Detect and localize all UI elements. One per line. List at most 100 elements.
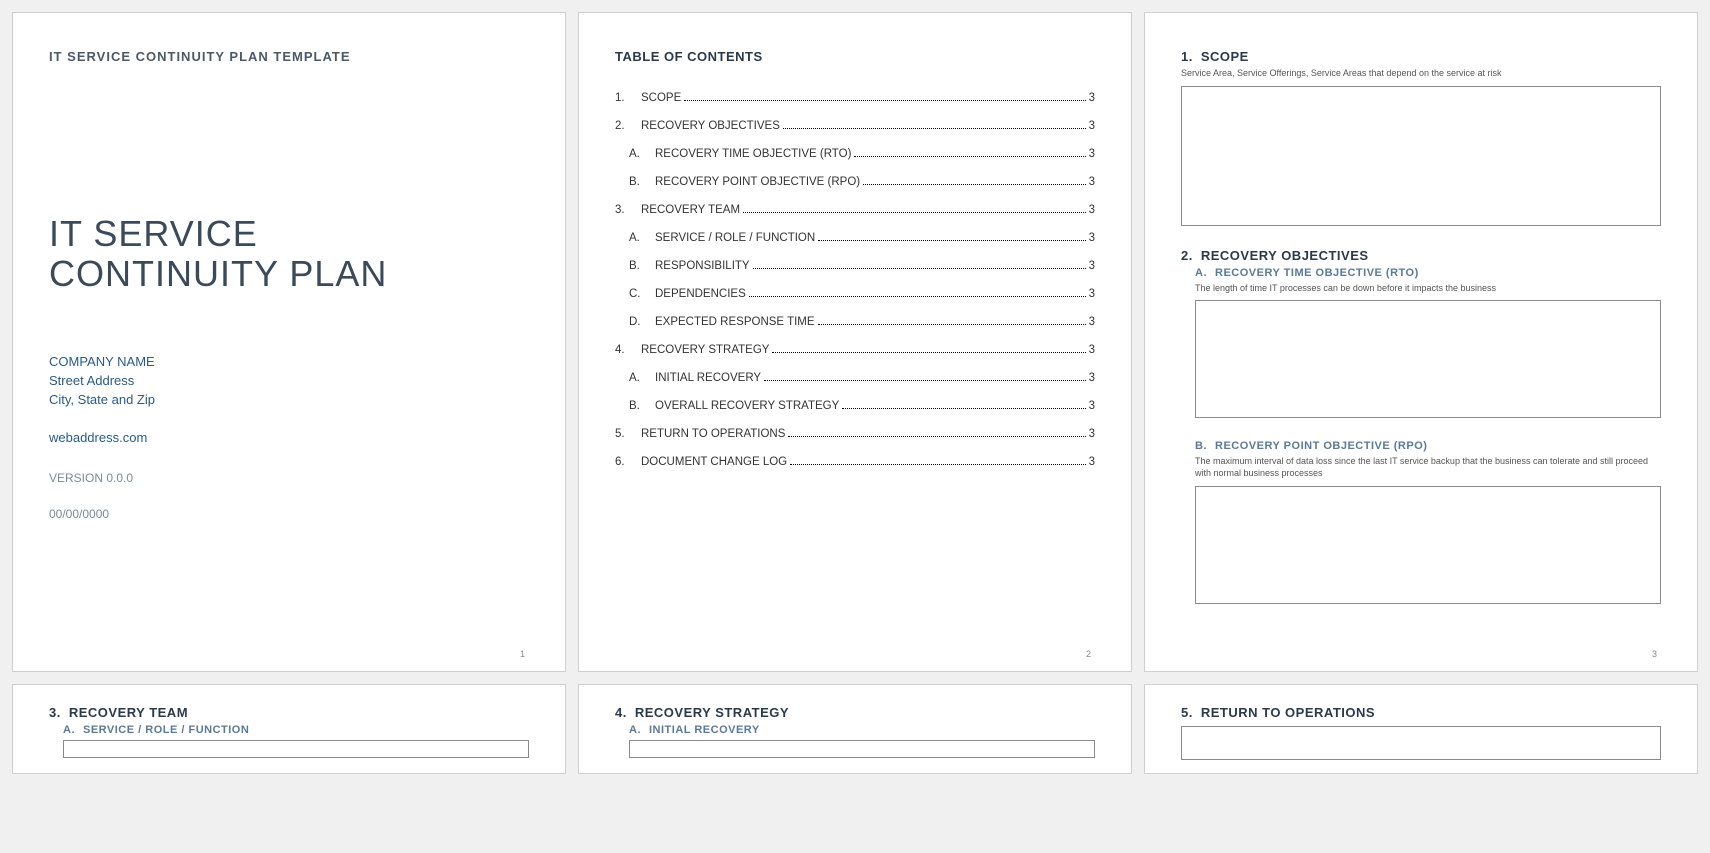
toc-item: 6. DOCUMENT CHANGE LOG 3: [615, 456, 1095, 468]
toc-leader-dots: [863, 184, 1085, 185]
toc-leader-dots: [818, 324, 1086, 325]
toc-item-label: DOCUMENT CHANGE LOG: [641, 456, 787, 468]
meta-block: VERSION 0.0.0 00/00/0000: [49, 471, 529, 521]
subsection-letter: A.: [629, 724, 641, 736]
toc-item-page: 3: [1089, 316, 1095, 328]
toc-leader-dots: [854, 156, 1085, 157]
toc-item: B. RECOVERY POINT OBJECTIVE (RPO) 3: [615, 176, 1095, 188]
toc-item-label: RECOVERY POINT OBJECTIVE (RPO): [655, 176, 860, 188]
toc-leader-dots: [772, 352, 1085, 353]
subsection-service-role: A. SERVICE / ROLE / FUNCTION: [49, 724, 529, 758]
toc-item-label: DEPENDENCIES: [655, 288, 746, 300]
toc-leader-dots: [684, 100, 1085, 101]
toc-item-label: SERVICE / ROLE / FUNCTION: [655, 232, 815, 244]
rto-input-box[interactable]: [1195, 300, 1661, 418]
page-5: 4. RECOVERY STRATEGY A. INITIAL RECOVERY: [578, 684, 1132, 774]
subsection-rpo: B. RECOVERY POINT OBJECTIVE (RPO) The ma…: [1181, 440, 1661, 603]
toc-item: 1. SCOPE 3: [615, 92, 1095, 104]
toc-item: A.SERVICE / ROLE / FUNCTION3: [615, 232, 1095, 244]
toc-item-number: 6.: [615, 456, 631, 468]
toc-item-page: 3: [1089, 288, 1095, 300]
subsection-rto-desc: The length of time IT processes can be d…: [1195, 283, 1661, 295]
toc-item: B.RESPONSIBILITY3: [615, 260, 1095, 272]
section-number: 3.: [49, 705, 61, 720]
subsection-title: SERVICE / ROLE / FUNCTION: [83, 724, 249, 736]
toc-item-page: 3: [1089, 92, 1095, 104]
toc-item-label: SCOPE: [641, 92, 681, 104]
toc-item-label: RECOVERY OBJECTIVES: [641, 120, 780, 132]
toc-item-page: 3: [1089, 456, 1095, 468]
toc-item-number: A.: [629, 372, 645, 384]
toc-leader-dots: [842, 408, 1085, 409]
toc-item: C.DEPENDENCIES3: [615, 288, 1095, 300]
subsection-rpo-desc: The maximum interval of data loss since …: [1195, 456, 1661, 479]
toc-item: A. INITIAL RECOVERY 3: [615, 372, 1095, 384]
section-scope-desc: Service Area, Service Offerings, Service…: [1181, 68, 1661, 80]
subsection-letter: A.: [63, 724, 75, 736]
toc-item-label: EXPECTED RESPONSE TIME: [655, 316, 815, 328]
section-title: RECOVERY TEAM: [69, 705, 188, 720]
toc-item-number: B.: [629, 400, 645, 412]
page-6: 5. RETURN TO OPERATIONS: [1144, 684, 1698, 774]
date-label: 00/00/0000: [49, 507, 529, 521]
section-title: RECOVERY OBJECTIVES: [1201, 248, 1369, 263]
subsection-rpo-heading: B. RECOVERY POINT OBJECTIVE (RPO): [1195, 440, 1661, 452]
company-name: COMPANY NAME: [49, 353, 529, 372]
section-recovery-objectives-heading: 2. RECOVERY OBJECTIVES: [1181, 248, 1661, 263]
section-return-operations-heading: 5. RETURN TO OPERATIONS: [1181, 705, 1661, 720]
page-number: 3: [1652, 649, 1657, 659]
page-3: 1. SCOPE Service Area, Service Offerings…: [1144, 12, 1698, 672]
template-label: IT SERVICE CONTINUITY PLAN TEMPLATE: [49, 49, 529, 64]
toc-item: A.RECOVERY TIME OBJECTIVE (RTO)3: [615, 148, 1095, 160]
toc-item: D. EXPECTED RESPONSE TIME 3: [615, 316, 1095, 328]
toc-leader-dots: [788, 436, 1085, 437]
web-address: webaddress.com: [49, 430, 529, 445]
rpo-input-box[interactable]: [1195, 486, 1661, 604]
page-1: IT SERVICE CONTINUITY PLAN TEMPLATE IT S…: [12, 12, 566, 672]
document-grid: IT SERVICE CONTINUITY PLAN TEMPLATE IT S…: [12, 12, 1698, 774]
toc-item-number: 1.: [615, 92, 631, 104]
toc-item-label: RESPONSIBILITY: [655, 260, 750, 272]
toc-leader-dots: [818, 240, 1085, 241]
toc-item-page: 3: [1089, 176, 1095, 188]
section-title: SCOPE: [1201, 49, 1249, 64]
subsection-initial-recovery: A. INITIAL RECOVERY: [615, 724, 1095, 758]
return-operations-input-box[interactable]: [1181, 726, 1661, 760]
section-number: 1.: [1181, 49, 1193, 64]
toc-item: 4.RECOVERY STRATEGY3: [615, 344, 1095, 356]
toc-item-number: 2.: [615, 120, 631, 132]
toc-leader-dots: [743, 212, 1086, 213]
toc-leader-dots: [790, 464, 1085, 465]
toc-item-label: RECOVERY STRATEGY: [641, 344, 769, 356]
toc-item-number: D.: [629, 316, 645, 328]
toc-item-page: 3: [1089, 204, 1095, 216]
toc-heading: TABLE OF CONTENTS: [615, 49, 1095, 64]
service-role-input-box[interactable]: [63, 740, 529, 758]
subsection-title: RECOVERY TIME OBJECTIVE (RTO): [1215, 267, 1419, 279]
scope-input-box[interactable]: [1181, 86, 1661, 226]
section-number: 2.: [1181, 248, 1193, 263]
toc-item-number: A.: [629, 148, 645, 160]
toc-item-label: INITIAL RECOVERY: [655, 372, 761, 384]
section-recovery-strategy-heading: 4. RECOVERY STRATEGY: [615, 705, 1095, 720]
toc-item: B.OVERALL RECOVERY STRATEGY3: [615, 400, 1095, 412]
toc-item-page: 3: [1089, 232, 1095, 244]
section-scope-heading: 1. SCOPE: [1181, 49, 1661, 64]
page-2-toc: TABLE OF CONTENTS 1. SCOPE 3 2. RECOVERY OBJ…: [578, 12, 1132, 672]
toc-leader-dots: [749, 296, 1086, 297]
subsection-letter: B.: [1195, 440, 1207, 452]
toc-item-number: 3.: [615, 204, 631, 216]
toc-item-number: B.: [629, 176, 645, 188]
title-line: CONTINUITY PLAN: [49, 254, 529, 294]
toc-item-label: RETURN TO OPERATIONS: [641, 428, 785, 440]
initial-recovery-input-box[interactable]: [629, 740, 1095, 758]
toc-item-number: B.: [629, 260, 645, 272]
toc-item-page: 3: [1089, 372, 1095, 384]
toc-item: 3.RECOVERY TEAM3: [615, 204, 1095, 216]
toc-item-number: 4.: [615, 344, 631, 356]
subsection-rto-heading: A. RECOVERY TIME OBJECTIVE (RTO): [1195, 267, 1661, 279]
city-state-zip: City, State and Zip: [49, 391, 529, 410]
toc-item-page: 3: [1089, 148, 1095, 160]
page-number: 1: [520, 649, 525, 659]
page-number: 2: [1086, 649, 1091, 659]
